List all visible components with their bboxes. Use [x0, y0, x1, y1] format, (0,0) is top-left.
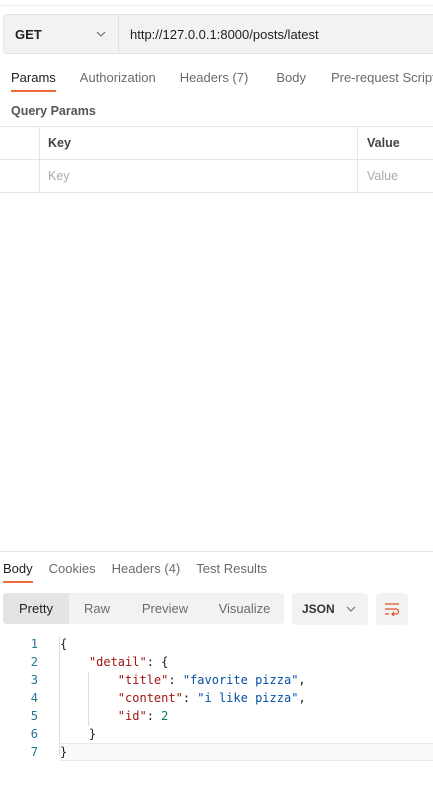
top-divider	[0, 5, 433, 6]
code-text: }	[60, 745, 67, 759]
tab-test-results[interactable]: Test Results	[196, 561, 267, 576]
query-params-title: Query Params	[11, 104, 96, 118]
code-text: }	[60, 727, 96, 741]
line-number: 2	[30, 655, 38, 669]
code-token: }	[60, 745, 68, 759]
table-row: Key Value	[0, 160, 433, 193]
wrap-lines-button[interactable]	[376, 593, 408, 625]
format-select[interactable]: JSON	[292, 593, 368, 625]
code-token: "i like pizza"	[197, 691, 299, 705]
code-token: : {	[146, 655, 169, 669]
method-label: GET	[15, 26, 42, 42]
column-value: Value	[367, 136, 400, 150]
response-divider[interactable]	[0, 551, 433, 552]
response-code-editor[interactable]: 1{2 "detail": {3 "title": "favorite pizz…	[0, 635, 433, 761]
query-params-table: Key Value Key Value	[0, 126, 433, 193]
current-line-highlight	[60, 743, 433, 761]
code-line: 1{	[0, 635, 433, 653]
tab-headers[interactable]: Headers (7)	[180, 70, 249, 85]
url-bar: GET http://127.0.0.1:8000/posts/latest	[3, 14, 433, 54]
line-number: 4	[30, 691, 38, 705]
value-input[interactable]: Value	[358, 160, 398, 192]
preview-button[interactable]: Preview	[125, 593, 205, 624]
code-token: "title"	[117, 673, 169, 687]
code-line: 6 }	[0, 725, 433, 743]
raw-button[interactable]: Raw	[69, 593, 125, 624]
code-token: "favorite pizza"	[182, 673, 299, 687]
code-text: "content": "i like pizza",	[60, 691, 306, 705]
line-number: 6	[30, 727, 38, 741]
column-key: Key	[40, 127, 358, 159]
line-number: 5	[30, 709, 38, 723]
code-token: 2	[161, 709, 169, 723]
tab-params[interactable]: Params	[11, 70, 56, 92]
chevron-down-icon	[96, 31, 106, 37]
code-line: 4 "content": "i like pizza",	[0, 689, 433, 707]
method-select[interactable]: GET	[4, 15, 119, 53]
code-token: }	[60, 727, 97, 741]
code-line: 3 "title": "favorite pizza",	[0, 671, 433, 689]
code-token: {	[60, 637, 68, 651]
code-token: "id"	[117, 709, 147, 723]
tab-body[interactable]: Body	[276, 70, 306, 85]
code-token: "content"	[117, 691, 183, 705]
tab-pre-request-script[interactable]: Pre-request Script	[331, 70, 433, 85]
chevron-down-icon	[346, 606, 356, 612]
wrap-lines-icon	[385, 603, 400, 616]
code-line: 5 "id": 2	[0, 707, 433, 725]
format-label: JSON	[302, 602, 335, 616]
key-input[interactable]: Key	[40, 160, 358, 192]
code-token: :	[168, 673, 183, 687]
line-number: 3	[30, 673, 38, 687]
pretty-button[interactable]: Pretty	[3, 593, 69, 624]
code-token: "detail"	[88, 655, 147, 669]
code-token: ,	[298, 673, 306, 687]
code-token: ,	[298, 691, 306, 705]
line-number: 7	[30, 745, 38, 759]
code-text: "title": "favorite pizza",	[60, 673, 306, 687]
tab-cookies[interactable]: Cookies	[49, 561, 96, 576]
code-line: 2 "detail": {	[0, 653, 433, 671]
view-mode-selector: Pretty Raw Preview Visualize	[3, 593, 284, 624]
visualize-button[interactable]: Visualize	[205, 593, 284, 624]
line-number: 1	[30, 637, 38, 651]
tab-authorization[interactable]: Authorization	[80, 70, 156, 85]
url-input[interactable]: http://127.0.0.1:8000/posts/latest	[119, 27, 319, 42]
code-line: 7}	[0, 743, 433, 761]
code-token: :	[182, 691, 198, 705]
tab-response-body[interactable]: Body	[3, 561, 33, 583]
response-tabs: Body Cookies Headers (4) Test Results	[3, 561, 267, 583]
code-text: "id": 2	[60, 709, 169, 723]
tab-response-headers[interactable]: Headers (4)	[112, 561, 181, 576]
code-text: {	[60, 637, 67, 651]
request-tabs: Params Authorization Headers (7) Body Pr…	[11, 70, 433, 92]
table-header-row: Key Value	[0, 127, 433, 160]
code-token: :	[146, 709, 162, 723]
code-text: "detail": {	[60, 655, 168, 669]
